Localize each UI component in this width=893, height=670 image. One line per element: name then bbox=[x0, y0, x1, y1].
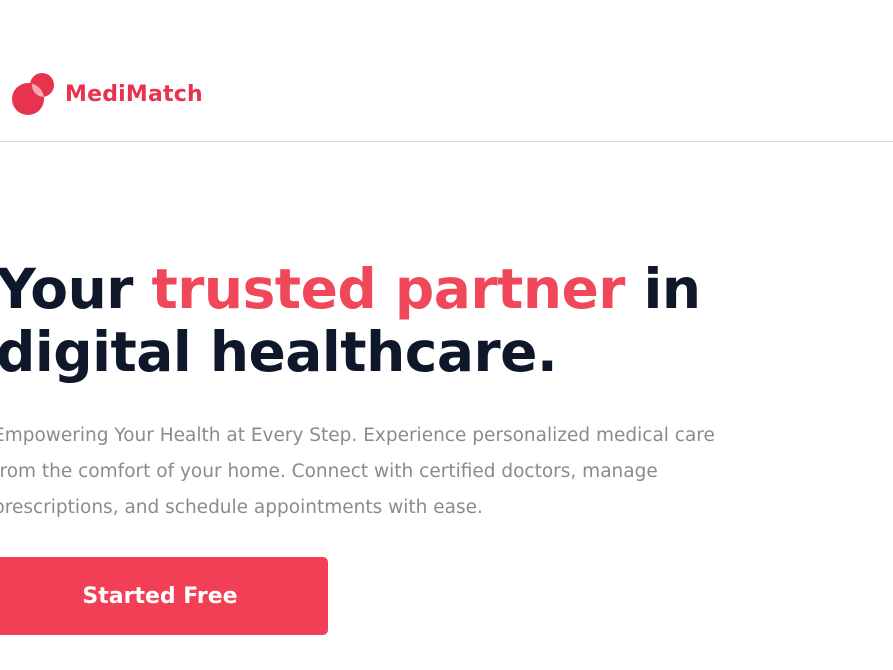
hero-description: Empowering Your Health at Every Step. Ex… bbox=[0, 418, 813, 526]
headline-second-line: digital healthcare. bbox=[0, 320, 558, 384]
brand-name: MediMatch bbox=[65, 81, 203, 107]
landing-page: MediMatch Your trusted partner in digital… bbox=[0, 0, 893, 670]
description-line-2: from the comfort of your home. Connect w… bbox=[0, 461, 658, 482]
overlapping-circles-logo-icon bbox=[12, 73, 54, 115]
headline-accent-text: trusted partner bbox=[151, 257, 626, 321]
hero-headline: Your trusted partner in digital healthcar… bbox=[0, 258, 876, 384]
headline-text-end: in bbox=[624, 257, 702, 321]
get-started-button[interactable]: Started Free bbox=[0, 557, 328, 635]
site-header: MediMatch bbox=[0, 0, 893, 142]
headline-text-start: Your bbox=[0, 257, 152, 321]
brand-logo[interactable]: MediMatch bbox=[11, 72, 203, 116]
description-line-1: Empowering Your Health at Every Step. Ex… bbox=[0, 425, 715, 446]
hero-section: Your trusted partner in digital healthcar… bbox=[0, 258, 876, 384]
description-line-3: prescriptions, and schedule appointments… bbox=[0, 497, 483, 518]
